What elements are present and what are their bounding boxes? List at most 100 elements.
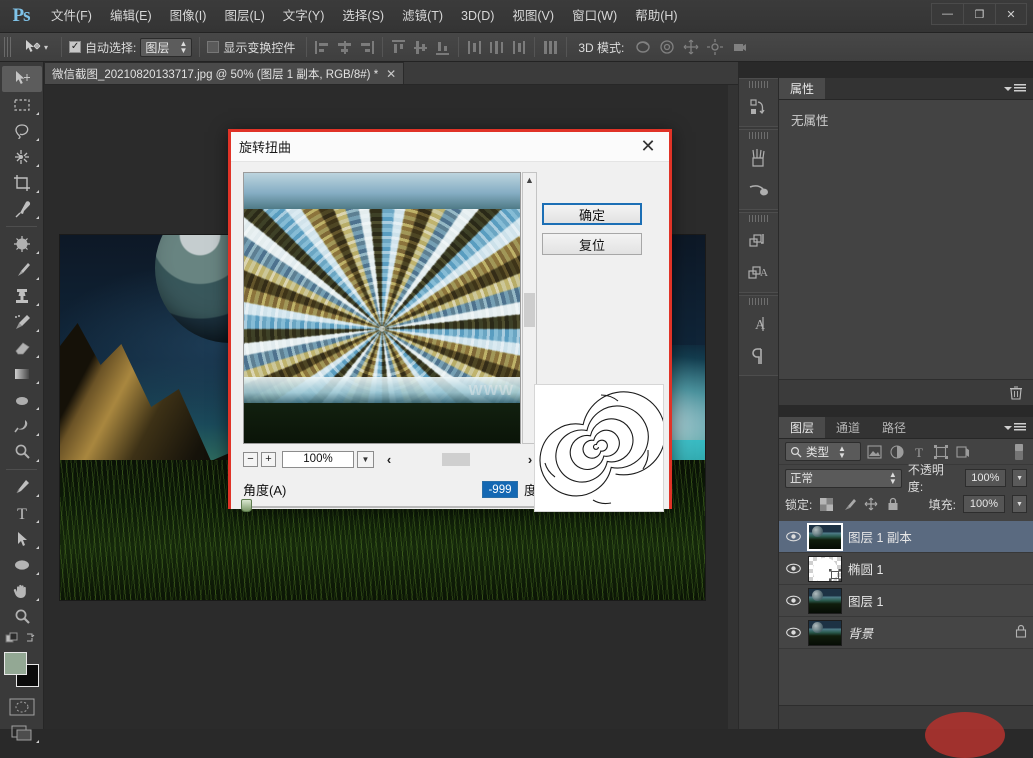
tool-clone-stamp[interactable]	[2, 283, 42, 309]
reset-button[interactable]: 复位	[542, 233, 642, 255]
paragraph-panel-icon[interactable]	[739, 340, 777, 372]
tool-crop[interactable]	[2, 170, 42, 196]
layer-row-1[interactable]: 椭圆 1	[779, 553, 1033, 585]
menu-view[interactable]: 视图(V)	[503, 5, 563, 27]
roll-3d-icon[interactable]	[658, 38, 676, 56]
tool-move[interactable]	[1, 66, 42, 92]
angle-slider-track[interactable]	[243, 506, 537, 508]
properties-panel-menu-button[interactable]	[1004, 78, 1033, 99]
tool-magic-wand[interactable]	[2, 144, 42, 170]
tool-path-selection[interactable]	[2, 526, 42, 552]
options-bar-grip[interactable]	[4, 37, 11, 57]
foreground-color-swatch[interactable]	[3, 652, 27, 675]
tool-quick-mask[interactable]	[2, 694, 42, 720]
document-tab-close-icon[interactable]: ✕	[386, 67, 396, 81]
lock-all-icon[interactable]	[885, 497, 900, 512]
layer-thumbnail[interactable]	[808, 619, 842, 646]
close-button[interactable]: ✕	[995, 3, 1027, 25]
dialog-close-icon[interactable]: ✕	[635, 135, 661, 159]
layers-panel-menu-button[interactable]	[1004, 417, 1033, 438]
layer-name[interactable]: 背景	[848, 623, 873, 642]
align-middle-icon[interactable]	[412, 39, 429, 56]
scroll-up-icon[interactable]: ▲	[523, 173, 536, 187]
menu-image[interactable]: 图像(I)	[161, 5, 216, 27]
filter-toggle-switch[interactable]	[1010, 443, 1027, 460]
camera-3d-icon[interactable]	[730, 38, 748, 56]
layer-visibility-toggle[interactable]	[785, 563, 802, 574]
filter-smart-objects-icon[interactable]	[954, 443, 971, 460]
tool-marquee[interactable]	[2, 92, 42, 118]
minimize-button[interactable]: —	[931, 3, 963, 25]
rail-grip[interactable]	[749, 215, 768, 222]
document-tab[interactable]: 微信截图_20210820133717.jpg @ 50% (图层 1 副本, …	[44, 62, 405, 84]
menu-file[interactable]: 文件(F)	[42, 5, 101, 27]
menu-select[interactable]: 选择(S)	[333, 5, 393, 27]
filter-preview[interactable]: WWW	[243, 172, 521, 444]
tool-lasso[interactable]	[2, 118, 42, 144]
filter-type-layers-icon[interactable]: T	[910, 443, 927, 460]
align-top-icon[interactable]	[390, 39, 407, 56]
rotate-3d-icon[interactable]	[634, 38, 652, 56]
tool-type[interactable]: T	[2, 500, 42, 526]
tool-zoom-upper[interactable]	[2, 439, 42, 465]
tool-hand[interactable]	[2, 578, 42, 604]
align-left-icon[interactable]	[314, 39, 331, 56]
distribute-spacing-icon[interactable]	[542, 39, 559, 56]
scroll-thumb[interactable]	[524, 293, 535, 327]
distribute-center-icon[interactable]	[488, 39, 505, 56]
menu-edit[interactable]: 编辑(E)	[101, 5, 161, 27]
current-tool-move-icon[interactable]: ▾	[17, 38, 54, 56]
opacity-value[interactable]: 100%	[964, 469, 1007, 487]
layer-visibility-toggle[interactable]	[785, 627, 802, 638]
layer-filter-type-dropdown[interactable]: 类型 ▲ ▼	[785, 442, 861, 461]
lock-transparency-icon[interactable]	[819, 497, 834, 512]
layer-thumbnail[interactable]	[807, 522, 843, 551]
tool-pen[interactable]	[2, 474, 42, 500]
menu-filter[interactable]: 滤镜(T)	[393, 5, 452, 27]
rail-grip[interactable]	[749, 81, 768, 88]
layer-visibility-toggle[interactable]	[785, 531, 802, 542]
angle-input[interactable]: -999	[481, 481, 518, 498]
tool-eyedropper[interactable]	[2, 196, 42, 222]
layer-name[interactable]: 图层 1	[848, 591, 883, 610]
layer-row-2[interactable]: 图层 1	[779, 585, 1033, 617]
align-right-icon[interactable]	[358, 39, 375, 56]
character-styles-icon[interactable]: A	[739, 257, 777, 289]
tab-layers[interactable]: 图层	[779, 417, 826, 438]
opacity-dropdown-icon[interactable]: ▼	[1012, 469, 1028, 487]
auto-select-scope-dropdown[interactable]: 图层 ▲ ▼	[140, 37, 193, 57]
align-bottom-icon[interactable]	[434, 39, 451, 56]
scroll-left-icon[interactable]: ‹	[382, 452, 396, 467]
color-swatches[interactable]	[2, 650, 42, 688]
auto-select-checkbox[interactable]: ✓	[69, 41, 82, 53]
layer-name[interactable]: 椭圆 1	[848, 559, 883, 578]
align-center-horizontal-icon[interactable]	[336, 39, 353, 56]
distribute-left-icon[interactable]	[466, 39, 483, 56]
tool-dodge[interactable]	[2, 413, 42, 439]
menu-layer[interactable]: 图层(L)	[215, 5, 273, 27]
layer-thumbnail[interactable]	[808, 587, 842, 614]
zoom-out-button[interactable]: −	[243, 451, 258, 467]
dialog-title-bar[interactable]: 旋转扭曲 ✕	[231, 132, 669, 162]
preview-horizontal-scrollbar[interactable]: ‹ ›	[382, 451, 537, 467]
paragraph-styles-icon[interactable]	[739, 225, 777, 257]
tool-blur[interactable]	[2, 387, 42, 413]
layer-visibility-toggle[interactable]	[785, 595, 802, 606]
delete-icon[interactable]	[1005, 382, 1027, 402]
ok-button[interactable]: 确定	[542, 203, 642, 225]
zoom-dropdown-icon[interactable]: ▼	[357, 450, 374, 468]
filter-pixel-layers-icon[interactable]	[866, 443, 883, 460]
tool-spot-healing[interactable]	[2, 231, 42, 257]
menu-window[interactable]: 窗口(W)	[563, 5, 626, 27]
menu-type[interactable]: 文字(Y)	[274, 5, 334, 27]
layer-thumbnail[interactable]	[808, 555, 842, 582]
layer-name[interactable]: 图层 1 副本	[848, 527, 912, 546]
lock-image-icon[interactable]	[841, 497, 856, 512]
tool-eraser[interactable]	[2, 335, 42, 361]
tool-shape-ellipse[interactable]	[2, 552, 42, 578]
tool-history-brush[interactable]	[2, 309, 42, 335]
tool-zoom[interactable]	[2, 604, 42, 630]
menu-help[interactable]: 帮助(H)	[626, 5, 686, 27]
fill-value[interactable]: 100%	[963, 495, 1005, 513]
filter-shape-layers-icon[interactable]	[932, 443, 949, 460]
